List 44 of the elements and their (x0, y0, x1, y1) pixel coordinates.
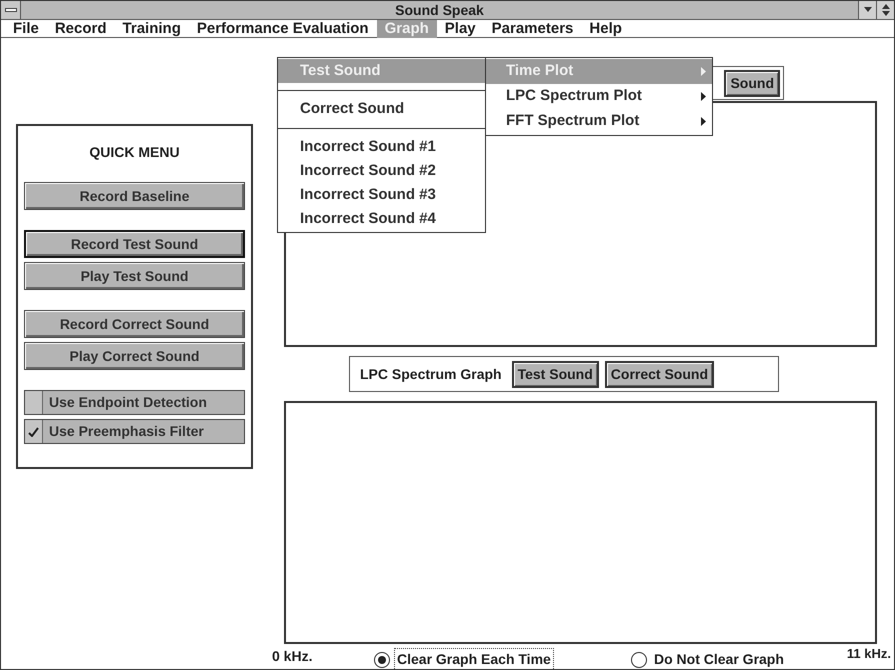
radio-label: Clear Graph Each Time (394, 648, 554, 670)
menu-item[interactable]: Parameters (484, 20, 582, 38)
caret-down-icon (864, 7, 872, 13)
quick-menu-button[interactable]: Record Test Sound (24, 230, 245, 258)
graph-button[interactable]: Sound (724, 70, 780, 96)
minimize-button[interactable] (858, 1, 876, 19)
radio-button[interactable] (374, 652, 390, 668)
axis-label: 0 kHz. (272, 647, 312, 666)
quick-menu-button[interactable]: Play Correct Sound (24, 342, 245, 370)
checkbox-label: Use Preemphasis Filter (48, 422, 205, 441)
toolbar-label: LPC Spectrum Graph (360, 364, 502, 384)
menu-item[interactable]: Record (46, 20, 115, 38)
menu-item[interactable]: File (5, 20, 47, 38)
menu-item[interactable]: Incorrect Sound #3 (278, 183, 485, 207)
menu-item[interactable]: LPC Spectrum Plot (486, 84, 712, 109)
menu-item[interactable]: Play (436, 20, 484, 38)
submenu-arrow-icon (701, 92, 706, 101)
radio-label: Do Not Clear Graph (653, 650, 785, 669)
menu-item[interactable]: Incorrect Sound #1 (278, 135, 485, 159)
axis-label: 11 kHz. (846, 645, 891, 663)
menu-item[interactable]: FFT Spectrum Plot (486, 109, 712, 134)
restore-button[interactable] (876, 1, 894, 19)
checkbox[interactable] (25, 391, 43, 414)
caret-up-down-icon (882, 4, 890, 16)
menu-item[interactable]: Incorrect Sound #4 (278, 207, 485, 231)
menu-item[interactable]: Correct Sound (278, 97, 485, 121)
checkmark-icon (28, 426, 39, 436)
panel-title: QUICK MENU (88, 143, 181, 162)
radio-button[interactable] (631, 652, 647, 668)
graph-button[interactable]: Test Sound (512, 360, 599, 388)
menu-item[interactable]: Performance Evaluation (188, 20, 377, 38)
system-menu-button[interactable] (1, 1, 21, 19)
submenu-arrow-icon (701, 117, 706, 126)
quick-menu-button[interactable]: Record Correct Sound (24, 310, 245, 338)
checkbox[interactable] (25, 420, 43, 443)
checkbox-label: Use Endpoint Detection (48, 393, 208, 412)
menu-item[interactable]: Help (581, 20, 630, 38)
quick-menu-button[interactable]: Play Test Sound (24, 262, 245, 290)
quick-menu-button[interactable]: Record Baseline (24, 182, 245, 210)
menu-item[interactable]: Incorrect Sound #2 (278, 159, 485, 183)
graph-button[interactable]: Correct Sound (604, 360, 714, 388)
submenu-arrow-icon (701, 67, 706, 76)
menu-item[interactable]: Training (114, 20, 189, 38)
window-title: Sound Speak (394, 0, 485, 20)
